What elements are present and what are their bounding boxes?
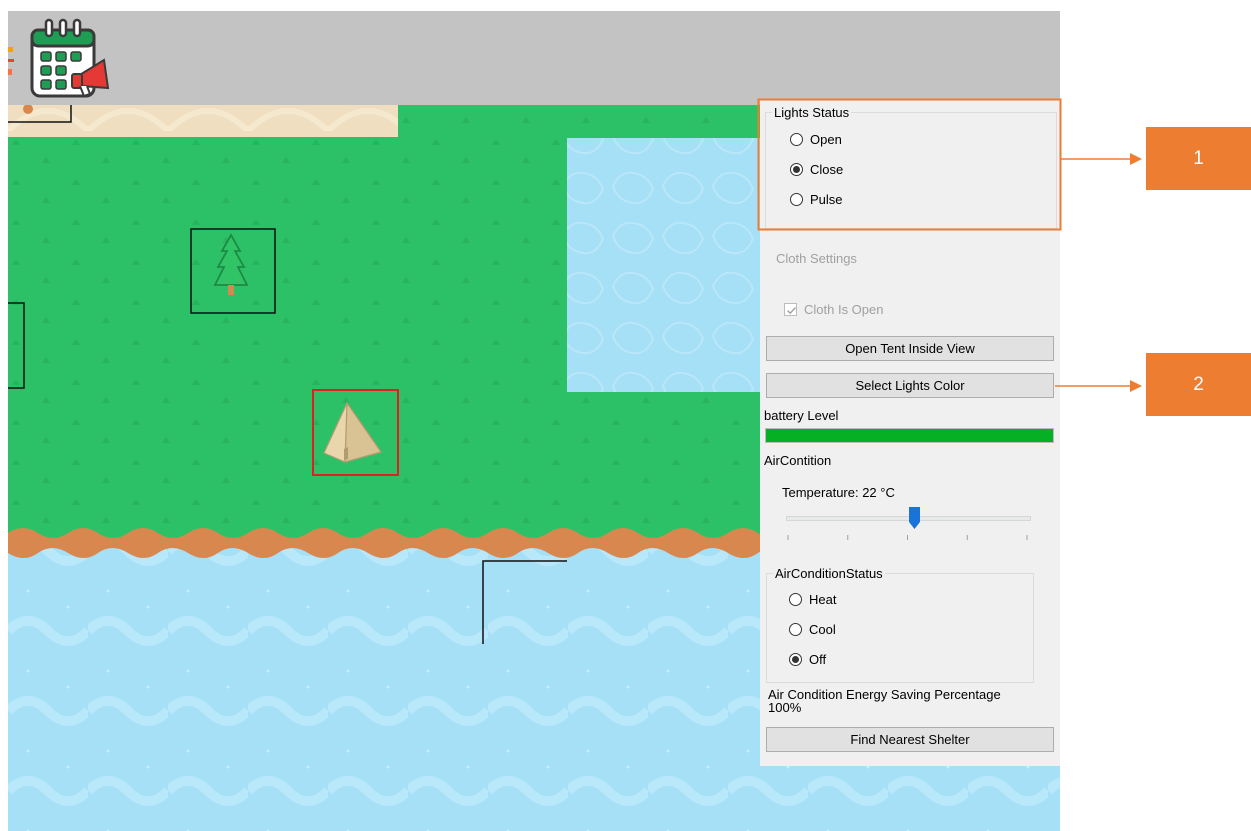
annotation-overlay xyxy=(757,98,1142,392)
callout-label-1: 1 xyxy=(1146,127,1251,190)
callout-number-1: 1 xyxy=(1193,147,1204,169)
callout-arrowhead-1 xyxy=(1130,153,1142,165)
callout-highlight-box xyxy=(757,98,1062,231)
callout-number-2: 2 xyxy=(1193,373,1204,395)
callout-arrowhead-2 xyxy=(1130,380,1142,392)
callout-label-2: 2 xyxy=(1146,353,1251,416)
